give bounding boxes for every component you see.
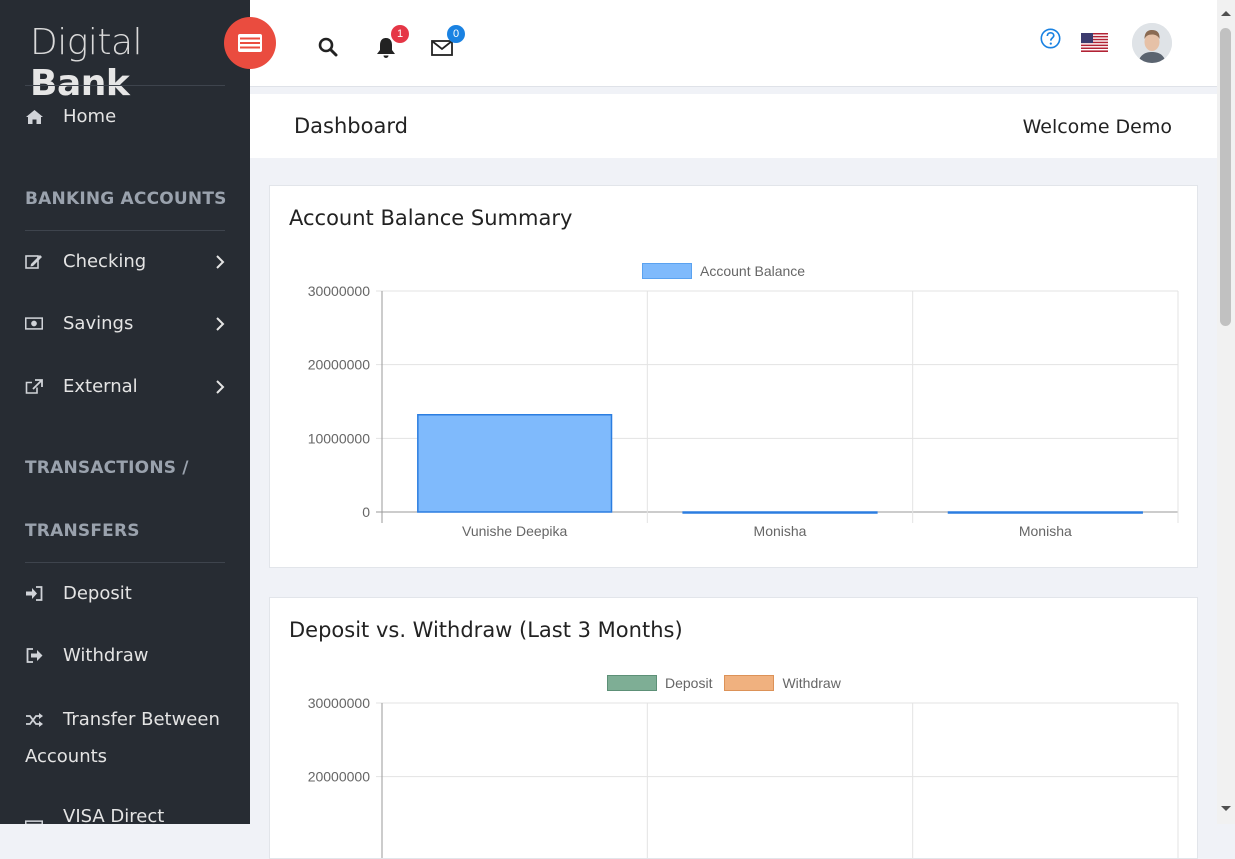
y-tick-label: 30000000 [308,283,371,299]
sidebar-item-savings[interactable]: Savings [25,313,235,334]
chart-bar [682,511,878,514]
help-button[interactable] [1040,28,1061,53]
money-icon [25,316,43,332]
divider [25,230,225,231]
chevron-right-icon [215,315,225,336]
sidebar-item-label-cont: Accounts [25,746,108,767]
chevron-right-icon [215,253,225,274]
scroll-up-icon[interactable] [1217,8,1235,18]
top-header: 1 0 [250,0,1217,87]
sidebar-item-label: Withdraw [63,645,149,666]
y-tick-label: 20000000 [308,357,371,373]
deposit-withdraw-chart: 20000000 30000000 [308,695,1179,858]
scroll-down-icon[interactable] [1217,804,1235,814]
help-icon [1040,28,1061,49]
credit-card-icon [25,819,43,824]
envelope-icon [431,40,453,56]
welcome-message: Welcome Demo [1022,116,1172,138]
search-icon [318,37,338,57]
sidebar-item-withdraw[interactable]: Withdraw [25,645,235,666]
avatar[interactable] [1132,23,1172,63]
menu-icon [238,34,262,52]
sidebar-item-label: Savings [63,313,134,334]
section-transactions: TRANSACTIONS / [25,458,189,478]
sign-out-icon [25,648,43,664]
x-tick-label: Monisha [754,523,807,539]
sidebar-item-label: External [63,376,138,397]
sidebar-item-label: Home [63,106,117,127]
y-tick-label: 20000000 [308,769,371,785]
brand-bold: Bank [30,63,130,104]
y-tick-label: 30000000 [308,695,371,711]
divider [25,85,225,86]
chart-bar [417,414,613,513]
x-tick-label: Monisha [1019,523,1072,539]
notifications-badge: 1 [391,25,409,43]
sidebar-item-deposit[interactable]: Deposit [25,583,235,604]
messages-badge: 0 [447,25,465,43]
menu-toggle-button[interactable] [224,17,276,69]
sidebar-item-home[interactable]: Home [25,106,235,127]
sidebar-item-transfer-between-accounts[interactable]: Transfer Between Accounts [25,701,245,775]
user-avatar-image [1132,23,1172,63]
us-flag-icon [1081,33,1108,52]
page-title: Dashboard [294,114,408,138]
account-balance-card: Account Balance Summary Account Balance … [269,185,1198,568]
sidebar-item-visa-direct[interactable]: VISA Direct Transfer [25,806,235,824]
edit-icon [25,254,43,270]
sidebar-item-label: Checking [63,251,147,272]
messages-button[interactable]: 0 [431,25,465,60]
home-icon [25,109,43,125]
shuffle-icon [25,712,43,728]
y-tick-label: 0 [362,504,370,520]
scrollbar-thumb[interactable] [1220,28,1231,326]
balance-chart: 0 10000000 20000000 30000000 Vunishe Deepika… [308,283,1179,539]
chevron-right-icon [215,378,225,399]
notifications-button[interactable]: 1 [376,25,409,63]
sidebar: Digital Bank Home BANKING ACCOUNTS Check… [0,0,250,824]
deposit-withdraw-card: Deposit vs. Withdraw (Last 3 Months) Dep… [269,597,1198,859]
brand-light: Digital [30,22,143,63]
sidebar-item-label: VISA Direct Transfer [63,806,165,824]
external-link-icon [25,378,43,395]
y-tick-label: 10000000 [308,430,371,446]
sidebar-item-checking[interactable]: Checking [25,251,235,272]
page-header: Dashboard Welcome Demo [250,94,1217,158]
divider [25,562,225,563]
brand-logo[interactable]: Digital Bank [0,0,250,104]
section-banking-accounts: BANKING ACCOUNTS [25,189,227,209]
page-scrollbar[interactable] [1217,0,1235,824]
sidebar-item-label: Deposit [63,583,132,604]
sign-in-icon [25,586,43,602]
sidebar-item-external[interactable]: External [25,376,235,397]
section-transfers: TRANSFERS [25,521,140,541]
chart-bar [947,511,1143,514]
language-button[interactable] [1081,33,1108,56]
x-tick-label: Vunishe Deepika [462,523,568,539]
sidebar-item-label: Transfer Between [63,709,220,730]
search-button[interactable] [318,37,338,61]
